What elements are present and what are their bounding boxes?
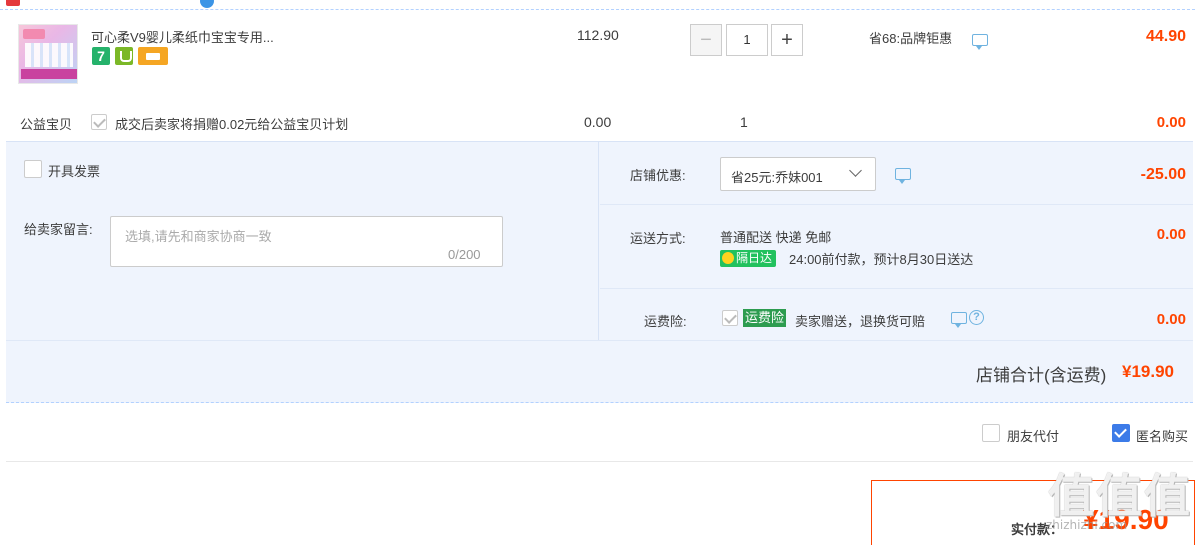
decrease-button[interactable]: − — [690, 24, 722, 56]
message-counter: 0/200 — [448, 247, 481, 262]
charity-text: 成交后卖家将捐赠0.02元给公益宝贝计划 — [115, 117, 349, 132]
charity-label: 公益宝贝 — [20, 117, 73, 132]
charity-total: 0.00 — [1156, 114, 1186, 131]
chat-icon[interactable] — [895, 168, 911, 184]
panel-divider — [598, 141, 599, 340]
product-title[interactable]: 可心柔V9婴儿柔纸巾宝宝专用... — [91, 27, 274, 46]
next-day-badge: 隔日达 — [720, 250, 777, 267]
coupon-label: 店铺优惠: — [630, 168, 686, 183]
credit-card-icon — [138, 47, 168, 65]
friend-pay-label[interactable]: 朋友代付 — [1007, 426, 1059, 445]
invoice-checkbox[interactable] — [24, 160, 42, 178]
anonymous-label[interactable]: 匿名购买 — [1136, 426, 1188, 445]
insurance-checkbox — [722, 310, 738, 326]
item-total: 44.90 — [1145, 28, 1186, 45]
anonymous-checkbox[interactable] — [1112, 424, 1130, 442]
message-placeholder: 选填,请先和商家协商一致 — [125, 229, 272, 244]
next-day-badge-text: 隔日达 — [736, 251, 773, 265]
charity-qty: 1 — [740, 114, 748, 130]
friend-pay-checkbox[interactable] — [982, 424, 1000, 442]
guarantee-icon — [115, 47, 133, 65]
insurance-label: 运费险: — [644, 314, 687, 329]
seven-day-return-icon: 7 — [92, 47, 110, 65]
shipping-label: 运送方式: — [630, 231, 686, 246]
divider — [600, 204, 1193, 205]
shipping-eta: 24:00前付款，预计8月30日送达 — [789, 252, 974, 267]
chat-icon[interactable] — [972, 34, 988, 50]
chat-icon[interactable] — [951, 312, 967, 328]
coupon-amount: -25.00 — [1140, 166, 1186, 183]
increase-button[interactable]: + — [771, 24, 803, 56]
store-subtotal-label: 店铺合计(含运费) — [976, 366, 1107, 385]
shipping-amount: 0.00 — [1156, 226, 1186, 243]
help-icon[interactable]: ? — [969, 310, 984, 325]
insurance-tag: 运费险 — [743, 309, 787, 327]
insurance-amount: 0.00 — [1156, 311, 1186, 328]
divider — [6, 340, 1193, 341]
invoice-label[interactable]: 开具发票 — [48, 161, 100, 180]
shipping-method: 普通配送 快递 免邮 — [720, 230, 832, 245]
product-thumbnail[interactable] — [18, 24, 78, 84]
lightning-icon — [722, 252, 734, 264]
discount-note: 省68:品牌钜惠 — [869, 31, 953, 46]
watermark-logo: 值值值 zhizhizhi.com — [1044, 460, 1192, 545]
coupon-selected-value[interactable]: 省25元:乔妹001 — [731, 167, 823, 186]
watermark-subtext: zhizhizhi.com — [1046, 518, 1128, 532]
unit-price: 112.90 — [577, 27, 619, 43]
watermark-text: 值值值 — [1048, 469, 1192, 523]
shop-header-strip — [0, 0, 1195, 10]
store-subtotal-amount: ¥19.90 — [1122, 362, 1174, 381]
insurance-text: 卖家赠送，退换货可赔 — [795, 314, 926, 329]
charity-checkbox — [91, 114, 107, 130]
charity-price: 0.00 — [584, 114, 612, 130]
message-label: 给卖家留言: — [24, 222, 93, 237]
quantity-input[interactable]: 1 — [726, 24, 768, 56]
shop-badge-icon — [6, 0, 20, 6]
verified-icon — [200, 0, 214, 8]
divider — [600, 288, 1193, 289]
